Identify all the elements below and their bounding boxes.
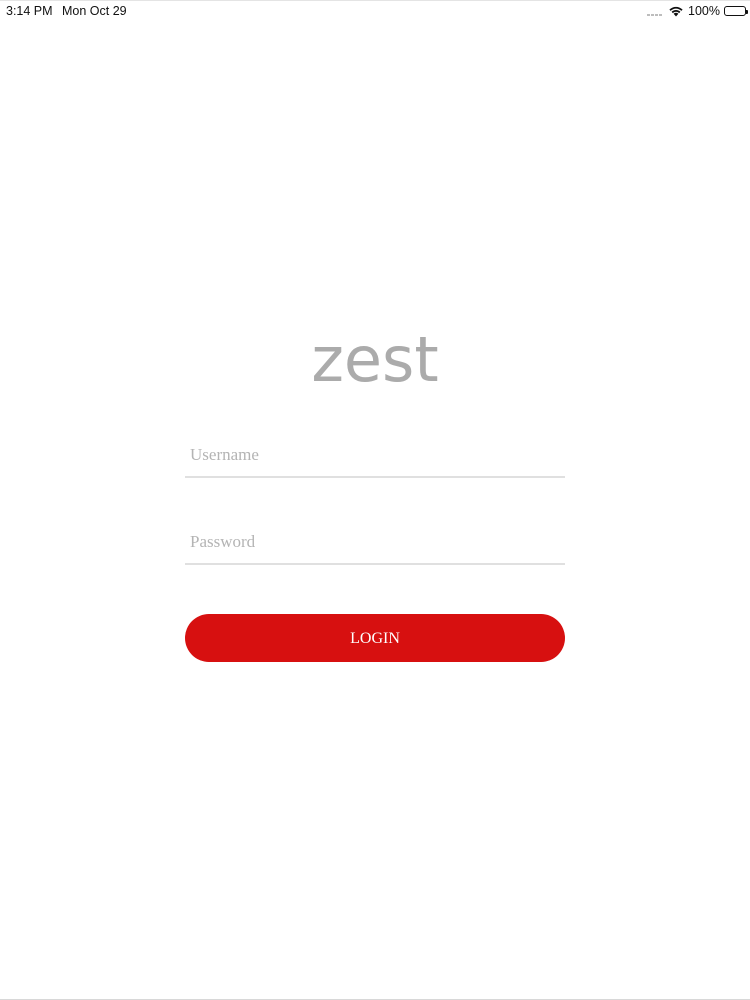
- status-indicators: 100%: [647, 4, 748, 18]
- battery-icon: [724, 6, 748, 16]
- username-field[interactable]: [185, 434, 565, 478]
- cellular-signal-icon: [647, 6, 663, 16]
- password-field[interactable]: [185, 521, 565, 565]
- username-input[interactable]: [190, 442, 560, 468]
- wifi-icon: [669, 6, 683, 17]
- zest-logo: zest: [311, 323, 439, 396]
- login-screen: 3:14 PM Mon Oct 29 100% zest LOGIN: [0, 0, 750, 1000]
- status-bar: 3:14 PM Mon Oct 29 100%: [0, 1, 750, 21]
- login-button[interactable]: LOGIN: [185, 614, 565, 662]
- status-time: 3:14 PM: [6, 4, 53, 18]
- battery-percentage: 100%: [688, 4, 720, 18]
- status-date: Mon Oct 29: [62, 4, 127, 18]
- password-input[interactable]: [190, 529, 560, 555]
